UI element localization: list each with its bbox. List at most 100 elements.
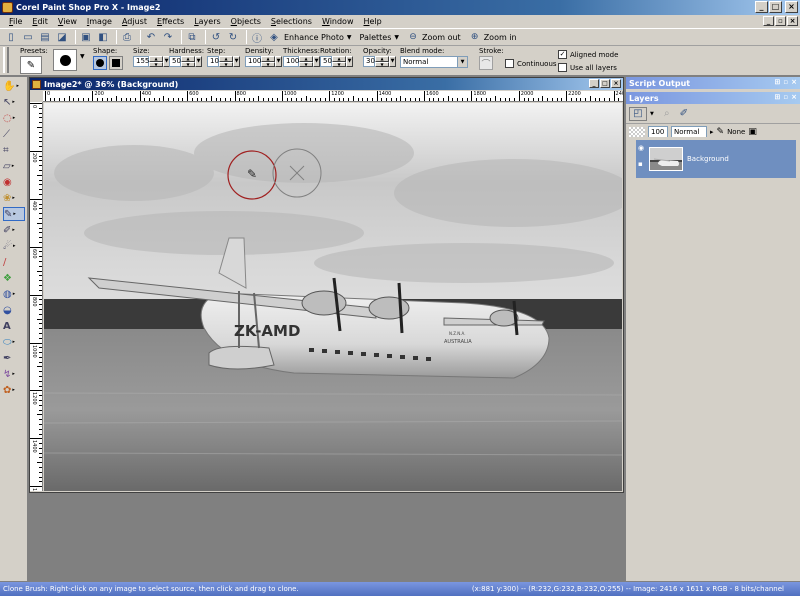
layer-blend-select[interactable]: Normal [671,125,707,138]
mdi-minimize-button[interactable]: _ [763,16,774,26]
mdi-restore-button[interactable]: ▫ [775,16,786,26]
layer-opacity-input[interactable]: 100 [648,125,668,138]
makeover-tool[interactable]: ❀ ▸ [3,191,25,205]
preset-shape-tool[interactable]: ⬭ ▸ [3,335,25,349]
save-icon[interactable]: ▣ [79,30,93,44]
palette-close-icon[interactable]: × [791,93,797,101]
menu-window[interactable]: Window [317,17,359,26]
doc-close-button[interactable]: × [611,79,621,88]
image-canvas[interactable]: ZK-AMD N.Z.N.A. AUSTRALIA ✎ [44,103,622,491]
script-output-title-bar[interactable]: Script Output ⊞ ▫ × [626,77,800,89]
layer-lock-icon[interactable]: ▣ [748,127,757,137]
continuous-checkbox[interactable]: Continuous [505,58,557,69]
palette-close-icon[interactable]: × [791,78,797,86]
fill-tool[interactable]: ◒ [3,303,25,317]
rotation-dropdown[interactable]: ▼ [346,56,353,67]
rotate-left-icon[interactable]: ↺ [209,30,223,44]
crop-tool[interactable]: ⌗ [3,143,25,157]
menu-help[interactable]: Help [359,17,387,26]
mdi-close-button[interactable]: × [787,16,798,26]
doc-maximize-button[interactable]: □ [600,79,610,88]
doc-minimize-button[interactable]: _ [589,79,599,88]
color-replacer-tool[interactable]: ❖ [3,271,25,285]
palette-restore-icon[interactable]: ▫ [783,93,788,101]
step-spinner[interactable]: ▲ ▼ [219,56,233,67]
thickness-input[interactable]: 100 [283,56,299,67]
opacity-input[interactable]: 30 [363,56,375,67]
rotate-right-icon[interactable]: ↻ [226,30,240,44]
resize-icon[interactable]: ⧉ [185,30,199,44]
density-input[interactable]: 100 [245,56,261,67]
eraser-tool[interactable]: ◍ ▸ [3,287,25,301]
thickness-dropdown[interactable]: ▼ [313,56,320,67]
opacity-dropdown[interactable]: ▼ [389,56,396,67]
menu-layers[interactable]: Layers [189,17,225,26]
enhance-photo-button[interactable]: Enhance Photo ▼ [284,33,351,42]
step-dropdown[interactable]: ▼ [233,56,240,67]
scan-icon[interactable]: ◪ [55,30,69,44]
rotation-spinner[interactable]: ▲ ▼ [332,56,346,67]
redo-icon[interactable]: ↷ [161,30,175,44]
red-eye-tool[interactable]: ◉ [3,175,25,189]
opacity-spinner[interactable]: ▲ ▼ [375,56,389,67]
rotation-input[interactable]: 50 [320,56,332,67]
layer-row-background[interactable]: ◉ ▪ Background [636,140,796,178]
dodge-tool[interactable]: ✐ ▸ [3,223,25,237]
density-spinner[interactable]: ▲ ▼ [261,56,275,67]
palette-grip[interactable] [3,47,9,73]
round-shape-button[interactable] [93,56,107,70]
selection-tool[interactable]: ◌ ▸ [3,111,25,125]
clone-brush-tool[interactable]: ✎ ▸ [3,207,25,221]
menu-edit[interactable]: Edit [27,17,53,26]
paint-brush-tool[interactable]: / [3,255,25,269]
maximize-button[interactable]: □ [769,1,782,13]
menu-file[interactable]: File [4,17,27,26]
menu-adjust[interactable]: Adjust [117,17,152,26]
square-shape-button[interactable] [109,56,123,70]
layers-title-bar[interactable]: Layers ⊞ ▫ × [626,92,800,104]
straighten-tool[interactable]: ▱ ▸ [3,159,25,173]
hardness-dropdown[interactable]: ▼ [195,56,202,67]
menu-view[interactable]: View [53,17,82,26]
document-title-bar[interactable]: Image2* @ 36% (Background) _ □ × [30,78,623,90]
undo-icon[interactable]: ↶ [144,30,158,44]
thickness-spinner[interactable]: ▲ ▼ [299,56,313,67]
pen-tool[interactable]: ✒ [3,351,25,365]
chevron-down-icon[interactable]: ▼ [650,111,654,117]
hardness-spinner[interactable]: ▲ ▼ [181,56,195,67]
browse-icon[interactable]: ▤ [38,30,52,44]
hardness-input[interactable]: 50 [169,56,181,67]
palettes-button[interactable]: Palettes ▼ [359,33,399,42]
smudge-tool[interactable]: ☄ ▸ [3,239,25,253]
link-icon[interactable]: ▸ [710,128,714,136]
menu-image[interactable]: Image [82,17,117,26]
edit-layer-icon[interactable]: ✐ [677,107,691,121]
aligned-mode-checkbox[interactable]: ✓ Aligned mode [558,49,618,60]
visibility-eye-icon[interactable]: ◉ [638,144,644,152]
pan-tool[interactable]: ✋ ▸ [3,79,25,93]
zoom-in-button[interactable]: ⊕ Zoom in [469,31,517,43]
picture-tube-tool[interactable]: ✿ ▸ [3,383,25,397]
blend-mode-select[interactable]: Normal ▼ [400,56,468,68]
new-layer-icon[interactable]: ◰ [629,106,647,121]
pin-icon[interactable]: ⊞ [775,78,781,86]
delete-layer-icon[interactable]: ⌕ [660,107,674,121]
info-icon[interactable]: ⓘ [250,30,264,45]
stroke-button[interactable]: ⌒ [479,56,493,70]
step-input[interactable]: 10 [207,56,219,67]
dropper-tool[interactable]: ⟋ [3,127,25,141]
pin-icon[interactable]: ⊞ [775,93,781,101]
open-folder-icon[interactable]: ▭ [21,30,35,44]
pick-tool[interactable]: ↖ ▸ [3,95,25,109]
brush-tip-preview[interactable] [53,49,77,71]
menu-effects[interactable]: Effects [152,17,189,26]
minimize-button[interactable]: _ [755,1,768,13]
print-icon[interactable]: ⎙ [120,30,134,44]
warp-brush-tool[interactable]: ↯ ▸ [3,367,25,381]
size-input[interactable]: 155 [133,56,149,67]
close-button[interactable]: × [785,1,798,13]
learning-center-icon[interactable]: ◈ [267,30,281,44]
text-tool[interactable]: A [3,319,25,333]
menu-selections[interactable]: Selections [266,17,317,26]
new-file-icon[interactable]: ▯ [4,30,18,44]
